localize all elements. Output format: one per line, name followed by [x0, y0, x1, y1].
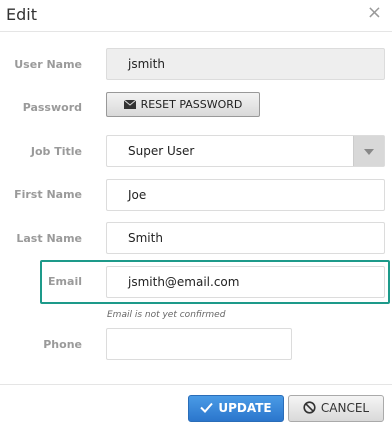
job-title-select[interactable]: Super User: [106, 135, 385, 167]
chevron-down-icon[interactable]: [353, 136, 384, 166]
email-label: Email: [48, 275, 82, 288]
update-label: UPDATE: [218, 401, 272, 415]
update-button[interactable]: UPDATE: [188, 395, 284, 422]
first-name-input[interactable]: Joe: [106, 179, 385, 211]
edit-user-dialog: Edit × User Name jsmith Password RESET P…: [0, 0, 392, 431]
password-label: Password: [22, 101, 82, 114]
email-hint: Email is not yet confirmed: [107, 310, 226, 320]
last-name-label: Last Name: [16, 232, 82, 245]
cancel-icon: [303, 401, 316, 414]
username-label: User Name: [14, 58, 82, 71]
email-input[interactable]: jsmith@email.com: [106, 266, 385, 298]
phone-input[interactable]: [106, 328, 292, 360]
reset-password-button[interactable]: RESET PASSWORD: [106, 92, 260, 117]
last-name-input[interactable]: Smith: [106, 222, 385, 254]
phone-label: Phone: [43, 338, 82, 351]
envelope-icon: [123, 100, 136, 109]
job-title-label: Job Title: [30, 145, 82, 158]
close-icon[interactable]: ×: [367, 3, 382, 23]
reset-password-label: RESET PASSWORD: [140, 98, 243, 111]
cancel-button[interactable]: CANCEL: [288, 395, 384, 422]
dialog-header: Edit ×: [0, 0, 392, 32]
first-name-label: First Name: [14, 188, 82, 201]
dialog-title: Edit: [6, 5, 37, 24]
username-field: jsmith: [106, 48, 385, 80]
cancel-label: CANCEL: [320, 401, 370, 415]
job-title-value: Super User: [128, 144, 195, 158]
check-icon: [200, 402, 214, 413]
